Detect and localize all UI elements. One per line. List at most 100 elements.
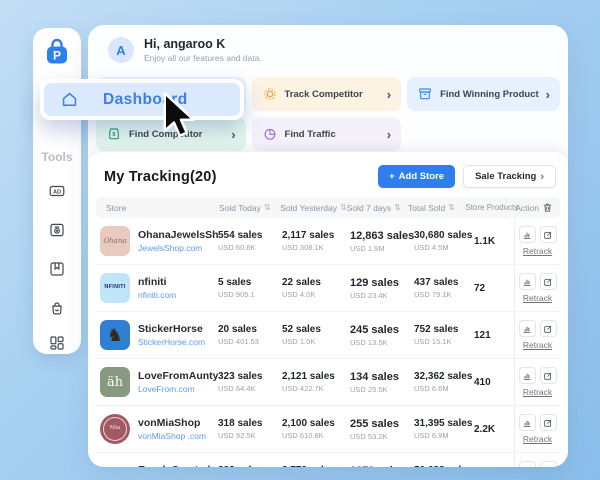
action-cell: Retrack — [514, 406, 560, 452]
store-domain-link[interactable]: nfiniti.com — [138, 290, 176, 300]
column-header-sold-today[interactable]: Sold Today⇅ — [219, 203, 280, 213]
saved-items-icon[interactable] — [48, 260, 66, 278]
store-cell: Mia vonMiaShop vonMiaShop .com — [96, 414, 218, 444]
action-cell: Retrack — [514, 312, 560, 358]
store-products-cell: 72 — [474, 283, 514, 294]
store-products-cell: 2.2K — [474, 424, 514, 435]
target-icon — [262, 86, 278, 102]
stats-action-button[interactable] — [519, 273, 536, 290]
store-logo: NFINITI — [100, 273, 130, 303]
table-row: äh LoveFromAuntyHelen LoveFrom.com 323 s… — [96, 359, 560, 406]
sold-today-cell: 323 salesUSD 64.4K — [218, 371, 282, 393]
trash-icon — [542, 202, 553, 213]
store-domain-link[interactable]: JewelsShop.com — [138, 243, 218, 253]
sold-today-cell: 20 salesUSD 401.53 — [218, 324, 282, 346]
app-logo-icon[interactable]: P — [42, 36, 72, 71]
chart-icon — [522, 324, 532, 334]
total-sold-cell: 752 salesUSD 15.1K — [414, 324, 474, 346]
sidebar: P Tools AD — [33, 28, 81, 354]
page-title: My Tracking(20) — [104, 169, 217, 185]
edit-icon — [543, 465, 553, 468]
edit-action-button[interactable] — [540, 273, 557, 290]
retrack-link[interactable]: Retrack — [523, 387, 552, 397]
chevron-right-icon: › — [540, 171, 544, 183]
table-body: Ohana OhanaJewelsShop JewelsShop.com 554… — [96, 218, 560, 467]
edit-action-button[interactable] — [540, 320, 557, 337]
store-domain-link[interactable]: LoveFrom.com — [138, 384, 218, 394]
delete-all-button[interactable] — [542, 202, 553, 213]
edit-icon — [543, 230, 553, 240]
sold-yesterday-cell: 2,121 salesUSD 422.7K — [282, 371, 350, 393]
store-name: StickerHorse — [138, 323, 205, 335]
avatar[interactable]: A — [108, 37, 134, 63]
column-header-total-sold[interactable]: Total Sold⇅ — [408, 203, 465, 213]
find-traffic-card[interactable]: Find Traffic › — [252, 117, 402, 151]
store-logo — [100, 461, 130, 467]
ads-icon[interactable]: AD — [48, 182, 66, 200]
sold-7-days-cell: 134 salesUSD 25.5K — [350, 371, 414, 394]
edit-icon — [543, 371, 553, 381]
store-logo: äh — [100, 367, 130, 397]
store-cell: NFINITI nfiniti nfiniti.com — [96, 273, 218, 303]
track-competitor-card[interactable]: Track Competitor › — [252, 77, 402, 111]
edit-action-button[interactable] — [540, 414, 557, 431]
retrack-link[interactable]: Retrack — [523, 293, 552, 303]
store-cell: äh LoveFromAuntyHelen LoveFrom.com — [96, 367, 218, 397]
total-sold-cell: 31,395 salesUSD 6.9M — [414, 418, 474, 440]
store-logo-text: äh — [107, 376, 123, 389]
edit-action-button[interactable] — [540, 226, 557, 243]
sold-today-cell: 318 salesUSD 92.5K — [218, 418, 282, 440]
mouse-cursor — [162, 92, 200, 147]
dashboard-button[interactable]: Dashboard — [44, 83, 240, 116]
store-products-cell: 410 — [474, 377, 514, 388]
edit-icon — [543, 324, 553, 334]
sale-tracking-button[interactable]: Sale Tracking › — [463, 165, 556, 188]
sort-icon[interactable]: ⇅ — [264, 203, 271, 212]
store-domain-link[interactable]: vonMiaShop .com — [138, 431, 206, 441]
sold-today-cell: 328 salesUSD 14.4K — [218, 465, 282, 467]
store-logo: ♞ — [100, 320, 130, 350]
column-header-sold-7-days[interactable]: Sold 7 days⇅ — [347, 203, 408, 213]
chart-icon — [522, 465, 532, 468]
total-sold-cell: 437 salesUSD 79.1K — [414, 277, 474, 299]
sort-icon[interactable]: ⇅ — [394, 203, 401, 212]
edit-action-button[interactable] — [540, 367, 557, 384]
chevron-right-icon: › — [387, 128, 391, 141]
action-cell: Retrack — [514, 453, 560, 467]
sort-icon[interactable]: ⇅ — [448, 203, 455, 212]
product-spy-icon[interactable] — [48, 221, 66, 239]
store-cell: EaselyCreated EaselyCreated .com — [96, 461, 218, 467]
retrack-link[interactable]: Retrack — [523, 434, 552, 444]
action-cell: Retrack — [514, 359, 560, 405]
empty-grid-cell — [407, 117, 560, 151]
stats-action-button[interactable] — [519, 414, 536, 431]
chart-icon — [522, 371, 532, 381]
retrack-link[interactable]: Retrack — [523, 246, 552, 256]
store-domain-link[interactable]: StickerHorse.com — [138, 337, 205, 347]
apps-grid-icon[interactable] — [48, 334, 66, 352]
column-header-action: Action — [505, 197, 560, 218]
add-store-button[interactable]: + Add Store — [378, 165, 455, 188]
table-row: EaselyCreated EaselyCreated .com 328 sal… — [96, 453, 560, 467]
stats-action-button[interactable] — [519, 461, 536, 467]
my-tracking-panel: My Tracking(20) + Add Store Sale Trackin… — [88, 152, 568, 467]
shop-bag-icon[interactable] — [48, 299, 66, 317]
column-header-sold-yesterday[interactable]: Sold Yesterday⇅ — [280, 203, 346, 213]
store-name: vonMiaShop — [138, 417, 206, 429]
sort-icon[interactable]: ⇅ — [340, 203, 347, 212]
sold-yesterday-cell: 22 salesUSD 4.0K — [282, 277, 350, 299]
edit-action-button[interactable] — [540, 461, 557, 467]
ad-badge-text: AD — [53, 189, 61, 195]
sold-7-days-cell: 255 salesUSD 53.2K — [350, 418, 414, 441]
find-winning-product-card[interactable]: Find Winning Product › — [407, 77, 560, 111]
sold-yesterday-cell: 2,100 salesUSD 610.8K — [282, 418, 350, 440]
product-box-icon — [417, 86, 433, 102]
stats-action-button[interactable] — [519, 367, 536, 384]
stats-action-button[interactable] — [519, 226, 536, 243]
stats-action-button[interactable] — [519, 320, 536, 337]
dashboard-nav-overlay: Dashboard — [40, 79, 244, 120]
greeting-subtitle: Enjoy all our features and data. — [144, 53, 262, 63]
home-icon — [60, 90, 79, 109]
store-logo: Ohana — [100, 226, 130, 256]
retrack-link[interactable]: Retrack — [523, 340, 552, 350]
